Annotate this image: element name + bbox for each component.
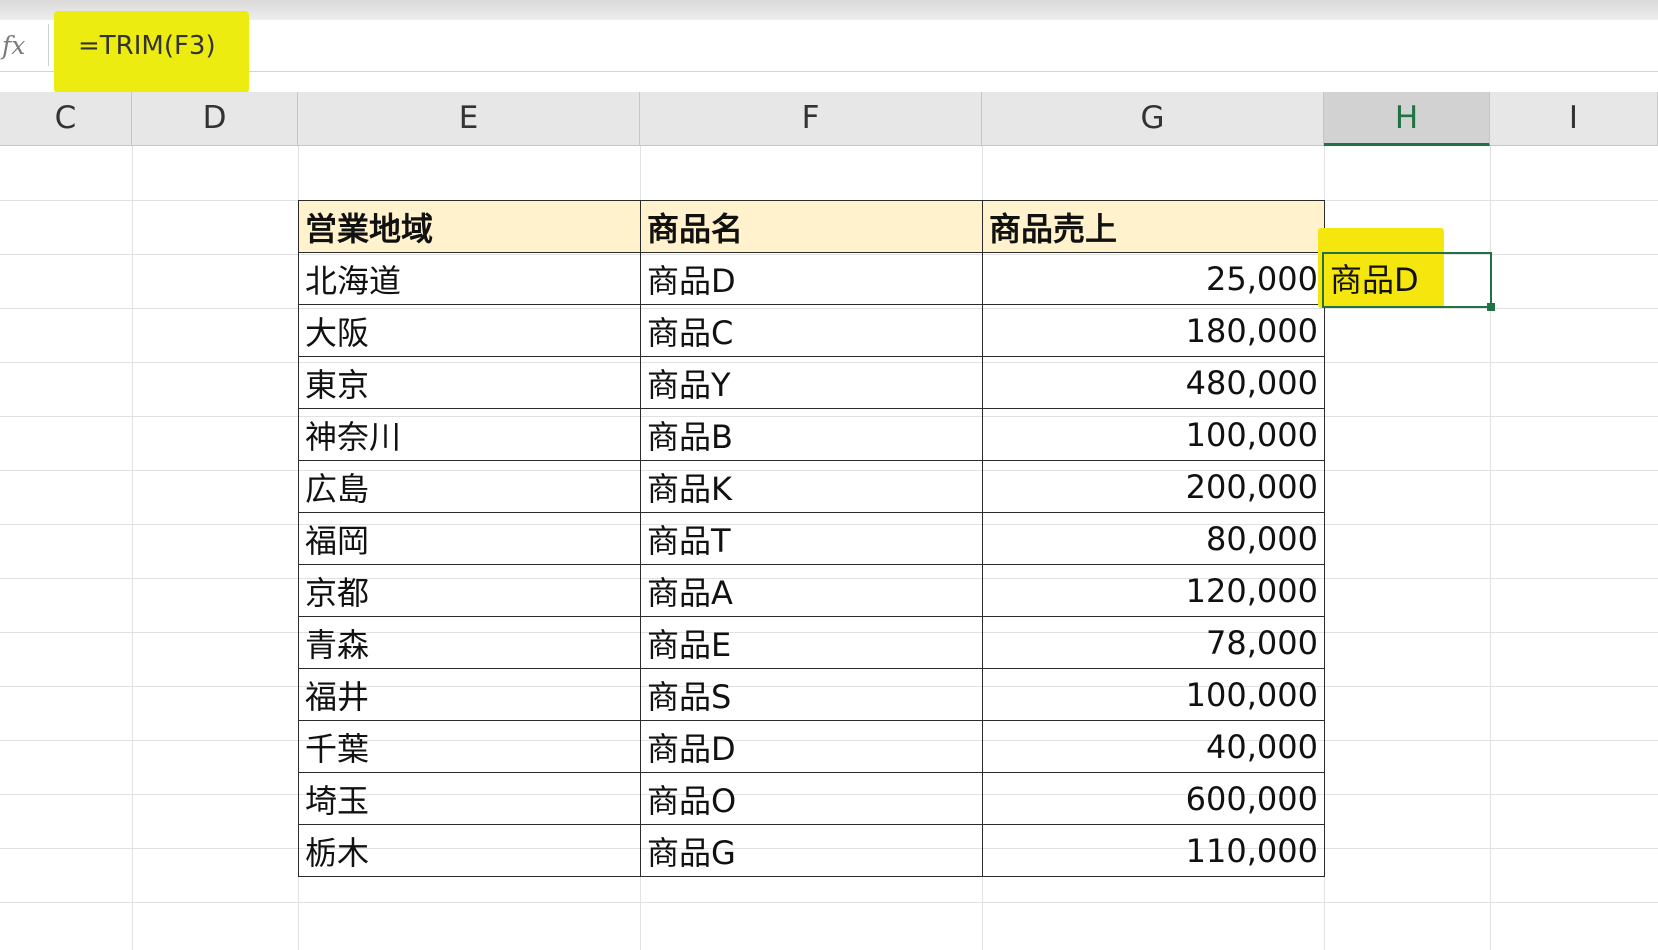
cell-region[interactable]: 栃木 [298, 824, 641, 877]
table-row: 福岡 商品T 80,000 [298, 512, 1325, 565]
table-row: 北海道 商品D 25,000 [298, 252, 1325, 305]
column-header-c[interactable]: C [0, 92, 132, 146]
active-cell-value: 商品D [1330, 261, 1419, 299]
cell-region[interactable]: 広島 [298, 460, 641, 513]
cell-sales[interactable]: 600,000 [982, 772, 1325, 825]
column-header-h[interactable]: H [1324, 92, 1490, 146]
cell-sales[interactable]: 110,000 [982, 824, 1325, 877]
cell-product[interactable]: 商品S [640, 668, 983, 721]
column-header-g[interactable]: G [982, 92, 1324, 146]
cell-sales[interactable]: 78,000 [982, 616, 1325, 669]
cell-product[interactable]: 商品A [640, 564, 983, 617]
cell-region[interactable]: 大阪 [298, 304, 641, 357]
table-row: 栃木 商品G 110,000 [298, 824, 1325, 877]
header-sales[interactable]: 商品売上 [982, 200, 1325, 253]
table-row: 京都 商品A 120,000 [298, 564, 1325, 617]
fill-handle[interactable] [1487, 303, 1495, 311]
cell-product[interactable]: 商品K [640, 460, 983, 513]
table-row: 千葉 商品D 40,000 [298, 720, 1325, 773]
cell-product[interactable]: 商品D [640, 252, 983, 305]
cell-product[interactable]: 商品T [640, 512, 983, 565]
cell-product[interactable]: 商品E [640, 616, 983, 669]
column-header-i[interactable]: I [1490, 92, 1658, 146]
column-header-d[interactable]: D [132, 92, 298, 146]
cell-sales[interactable]: 200,000 [982, 460, 1325, 513]
cell-region[interactable]: 埼玉 [298, 772, 641, 825]
cell-sales[interactable]: 480,000 [982, 356, 1325, 409]
cell-sales[interactable]: 100,000 [982, 408, 1325, 461]
cell-product[interactable]: 商品C [640, 304, 983, 357]
formula-input[interactable]: =TRIM(F3) [78, 26, 216, 66]
cell-product[interactable]: 商品Y [640, 356, 983, 409]
cell-product[interactable]: 商品G [640, 824, 983, 877]
formula-bar-divider [48, 24, 49, 66]
gridline [132, 146, 133, 950]
sales-table: 営業地域 商品名 商品売上 北海道 商品D 25,000 大阪 商品C 180,… [298, 200, 1325, 877]
table-row: 神奈川 商品B 100,000 [298, 408, 1325, 461]
cell-sales[interactable]: 25,000 [982, 252, 1325, 305]
cell-region[interactable]: 北海道 [298, 252, 641, 305]
cell-region[interactable]: 福岡 [298, 512, 641, 565]
table-row: 青森 商品E 78,000 [298, 616, 1325, 669]
cell-sales[interactable]: 100,000 [982, 668, 1325, 721]
table-row: 東京 商品Y 480,000 [298, 356, 1325, 409]
cell-product[interactable]: 商品O [640, 772, 983, 825]
column-header-e[interactable]: E [298, 92, 640, 146]
cell-sales[interactable]: 120,000 [982, 564, 1325, 617]
cell-region[interactable]: 神奈川 [298, 408, 641, 461]
cell-sales[interactable]: 180,000 [982, 304, 1325, 357]
column-header-f[interactable]: F [640, 92, 982, 146]
fx-icon[interactable]: fx [0, 24, 46, 68]
cell-region[interactable]: 京都 [298, 564, 641, 617]
table-header-row: 営業地域 商品名 商品売上 [298, 200, 1325, 253]
table-row: 広島 商品K 200,000 [298, 460, 1325, 513]
cell-sales[interactable]: 80,000 [982, 512, 1325, 565]
cell-region[interactable]: 東京 [298, 356, 641, 409]
cell-region[interactable]: 青森 [298, 616, 641, 669]
table-row: 埼玉 商品O 600,000 [298, 772, 1325, 825]
header-product[interactable]: 商品名 [640, 200, 983, 253]
header-region[interactable]: 営業地域 [298, 200, 641, 253]
cell-region[interactable]: 福井 [298, 668, 641, 721]
cell-region[interactable]: 千葉 [298, 720, 641, 773]
gridline [0, 902, 1658, 903]
table-row: 大阪 商品C 180,000 [298, 304, 1325, 357]
table-row: 福井 商品S 100,000 [298, 668, 1325, 721]
cell-sales[interactable]: 40,000 [982, 720, 1325, 773]
cell-product[interactable]: 商品D [640, 720, 983, 773]
cell-product[interactable]: 商品B [640, 408, 983, 461]
